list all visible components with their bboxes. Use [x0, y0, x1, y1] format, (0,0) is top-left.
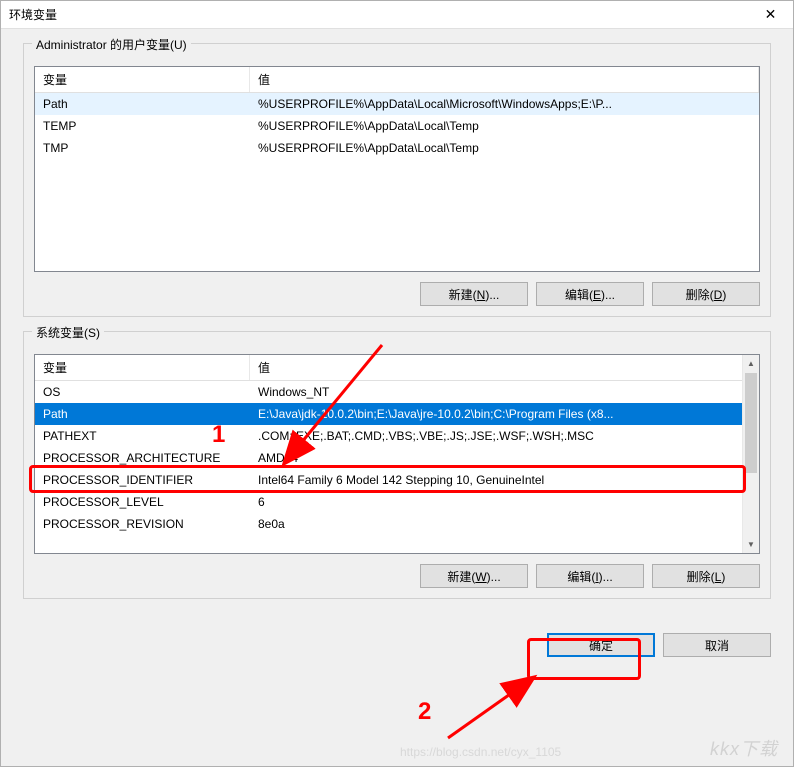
- system-buttons: 新建(W)... 编辑(I)... 删除(L): [34, 564, 760, 588]
- user-new-button[interactable]: 新建(N)...: [420, 282, 528, 306]
- list-row[interactable]: OS Windows_NT: [35, 381, 759, 403]
- close-button[interactable]: ✕: [748, 1, 793, 29]
- user-vars-group: Administrator 的用户变量(U) 变量 值 Path %USERPR…: [23, 43, 771, 317]
- user-vars-list[interactable]: 变量 值 Path %USERPROFILE%\AppData\Local\Mi…: [34, 66, 760, 272]
- titlebar: 环境变量 ✕: [1, 1, 793, 29]
- system-new-button[interactable]: 新建(W)...: [420, 564, 528, 588]
- env-vars-dialog: 环境变量 ✕ Administrator 的用户变量(U) 变量 值 Path …: [0, 0, 794, 767]
- list-row[interactable]: PATHEXT .COM;.EXE;.BAT;.CMD;.VBS;.VBE;.J…: [35, 425, 759, 447]
- window-title: 环境变量: [9, 6, 57, 23]
- col-variable[interactable]: 变量: [35, 67, 250, 92]
- list-header: 变量 值: [35, 67, 759, 93]
- list-body: Path %USERPROFILE%\AppData\Local\Microso…: [35, 93, 759, 159]
- scrollbar-vertical[interactable]: ▲ ▼: [742, 355, 759, 553]
- user-edit-button[interactable]: 编辑(E)...: [536, 282, 644, 306]
- user-buttons: 新建(N)... 编辑(E)... 删除(D): [34, 282, 760, 306]
- list-row[interactable]: Path %USERPROFILE%\AppData\Local\Microso…: [35, 93, 759, 115]
- list-row[interactable]: PROCESSOR_LEVEL 6: [35, 491, 759, 513]
- cancel-button[interactable]: 取消: [663, 633, 771, 657]
- system-vars-group: 系统变量(S) 变量 值 OS Windows_NT Path E:\Java\…: [23, 331, 771, 599]
- user-vars-legend: Administrator 的用户变量(U): [32, 36, 191, 53]
- list-row[interactable]: Path E:\Java\jdk-10.0.2\bin;E:\Java\jre-…: [35, 403, 759, 425]
- col-value[interactable]: 值: [250, 67, 759, 92]
- scroll-down-icon[interactable]: ▼: [743, 536, 759, 553]
- system-delete-button[interactable]: 删除(L): [652, 564, 760, 588]
- list-header: 变量 值: [35, 355, 759, 381]
- dialog-buttons: 确定 取消: [1, 627, 793, 671]
- system-edit-button[interactable]: 编辑(I)...: [536, 564, 644, 588]
- col-variable[interactable]: 变量: [35, 355, 250, 380]
- user-delete-button[interactable]: 删除(D): [652, 282, 760, 306]
- list-body: OS Windows_NT Path E:\Java\jdk-10.0.2\bi…: [35, 381, 759, 535]
- col-value[interactable]: 值: [250, 355, 759, 380]
- list-row[interactable]: PROCESSOR_ARCHITECTURE AMD64: [35, 447, 759, 469]
- scrollbar-thumb[interactable]: [745, 373, 757, 473]
- list-row[interactable]: TEMP %USERPROFILE%\AppData\Local\Temp: [35, 115, 759, 137]
- scroll-up-icon[interactable]: ▲: [743, 355, 759, 372]
- list-row[interactable]: TMP %USERPROFILE%\AppData\Local\Temp: [35, 137, 759, 159]
- system-vars-legend: 系统变量(S): [32, 324, 104, 341]
- system-vars-list[interactable]: 变量 值 OS Windows_NT Path E:\Java\jdk-10.0…: [34, 354, 760, 554]
- ok-button[interactable]: 确定: [547, 633, 655, 657]
- dialog-content: Administrator 的用户变量(U) 变量 值 Path %USERPR…: [1, 29, 793, 627]
- close-icon: ✕: [765, 6, 777, 23]
- list-row[interactable]: PROCESSOR_REVISION 8e0a: [35, 513, 759, 535]
- list-row[interactable]: PROCESSOR_IDENTIFIER Intel64 Family 6 Mo…: [35, 469, 759, 491]
